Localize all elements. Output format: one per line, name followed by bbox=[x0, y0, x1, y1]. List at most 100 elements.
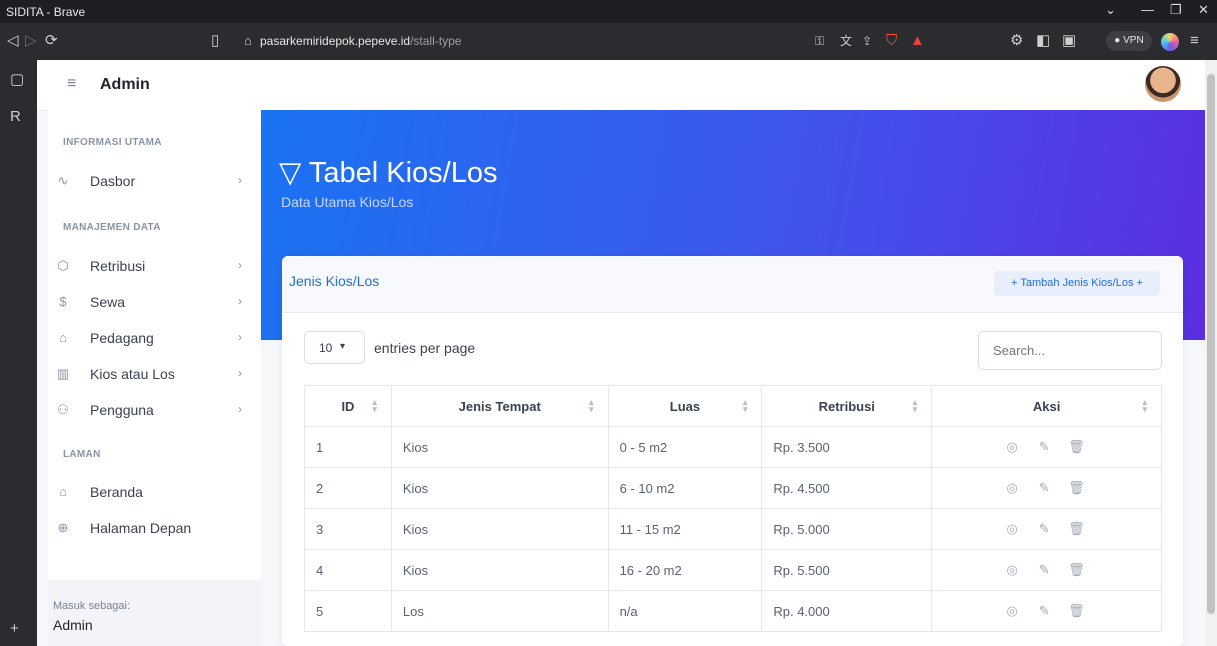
table-row: 3 Kios 11 - 15 m2 Rp. 5.000 ◎ ✎ 🗑 bbox=[304, 508, 1162, 550]
brave-rewards-icon[interactable]: ▲ bbox=[910, 32, 925, 50]
edit-icon[interactable]: ✎ bbox=[1036, 439, 1052, 455]
edit-icon[interactable]: ✎ bbox=[1036, 562, 1052, 578]
cell-luas: 0 - 5 m2 bbox=[607, 426, 763, 468]
section-title: INFORMASI UTAMA bbox=[63, 137, 162, 148]
sidebar-item-retribusi[interactable]: ⬡ Retribusi › bbox=[48, 248, 261, 284]
sidebar-footer: Masuk sebagai: Admin bbox=[48, 580, 261, 646]
edit-icon[interactable]: ✎ bbox=[1036, 603, 1052, 619]
window-title: SIDITA - Brave bbox=[6, 5, 86, 19]
delete-icon[interactable]: 🗑 bbox=[1068, 562, 1085, 578]
close-icon[interactable]: ✕ bbox=[1198, 2, 1209, 18]
chevron-right-icon: › bbox=[238, 402, 242, 416]
chevron-down-icon: ▾ bbox=[340, 341, 346, 352]
share-icon[interactable]: ⇪ bbox=[862, 32, 872, 50]
restore-icon[interactable]: ❐ bbox=[1170, 2, 1182, 18]
sidebar-item-pengguna[interactable]: ⚇ Pengguna › bbox=[48, 392, 261, 428]
url-text: pasarkemiridepok.pepeve.id/stall-type bbox=[260, 34, 462, 48]
sidebar-item-label: Beranda bbox=[90, 484, 143, 500]
extensions-icon[interactable]: ⚙ bbox=[1010, 32, 1023, 50]
view-icon[interactable]: ◎ bbox=[1004, 439, 1020, 455]
cell-jenis-tempat: Los bbox=[390, 590, 609, 632]
column-header-retribusi[interactable]: Retribusi ▴ ▾ bbox=[761, 385, 933, 427]
sidebar-item-kios-atau-los[interactable]: ▥ Kios atau Los › bbox=[48, 356, 261, 392]
logged-in-user: Admin bbox=[53, 617, 93, 633]
menu-icon[interactable]: ≡ bbox=[1190, 32, 1199, 50]
reload-icon[interactable]: ⟳ bbox=[45, 32, 58, 50]
sidebar-item-halaman-depan[interactable]: ⊕ Halaman Depan bbox=[48, 510, 261, 546]
sidebar-item-dasbor[interactable]: ∿ Dasbor › bbox=[48, 163, 261, 199]
forward-icon[interactable]: ▷ bbox=[25, 32, 37, 50]
sidebar-panel-icon[interactable]: ▢ bbox=[10, 70, 24, 88]
table-header-row: ID ▴ ▾ Jenis Tempat ▴ ▾ Luas ▴ ▾ Retribusi ▴ ▾ A… bbox=[304, 385, 1162, 427]
users-icon: ⚇ bbox=[57, 402, 69, 417]
bookmark-icon[interactable]: ▯ bbox=[211, 32, 219, 50]
page-scrollbar[interactable] bbox=[1205, 60, 1217, 646]
box-icon: ⬡ bbox=[57, 258, 69, 273]
column-header-jenis-tempat[interactable]: Jenis Tempat ▴ ▾ bbox=[390, 385, 609, 427]
column-header-luas[interactable]: Luas ▴ ▾ bbox=[607, 385, 763, 427]
delete-icon[interactable]: 🗑 bbox=[1068, 603, 1085, 619]
cell-jenis-tempat: Kios bbox=[390, 467, 609, 509]
vpn-button[interactable]: ● VPN bbox=[1106, 31, 1152, 51]
column-header-id[interactable]: ID ▴ ▾ bbox=[304, 385, 392, 427]
delete-icon[interactable]: 🗑 bbox=[1068, 439, 1085, 455]
sidebar-item-pedagang[interactable]: ⌂ Pedagang › bbox=[48, 320, 261, 356]
entries-per-page-select[interactable]: 10 ▾ bbox=[304, 331, 365, 364]
edit-icon[interactable]: ✎ bbox=[1036, 480, 1052, 496]
view-icon[interactable]: ◎ bbox=[1004, 480, 1020, 496]
edit-icon[interactable]: ✎ bbox=[1036, 521, 1052, 537]
table-row: 4 Kios 16 - 20 m2 Rp. 5.500 ◎ ✎ 🗑 bbox=[304, 549, 1162, 591]
chevron-down-icon[interactable]: ⌄ bbox=[1105, 2, 1116, 18]
back-icon[interactable]: ◁ bbox=[7, 32, 19, 50]
cell-jenis-tempat: Kios bbox=[390, 508, 609, 550]
column-header-aksi[interactable]: Aksi ▴ ▾ bbox=[931, 385, 1162, 427]
view-icon[interactable]: ◎ bbox=[1004, 603, 1020, 619]
cell-retribusi: Rp. 3.500 bbox=[761, 426, 933, 468]
view-icon[interactable]: ◎ bbox=[1004, 562, 1020, 578]
page-subtitle: Data Utama Kios/Los bbox=[281, 194, 414, 210]
section-title: LAMAN bbox=[63, 449, 101, 460]
sort-icon: ▴ ▾ bbox=[912, 397, 918, 414]
stall-type-table: ID ▴ ▾ Jenis Tempat ▴ ▾ Luas ▴ ▾ Retribusi ▴ ▾ A… bbox=[304, 385, 1162, 632]
sidebar-item-beranda[interactable]: ⌂ Beranda bbox=[48, 474, 261, 510]
scrollbar-thumb[interactable] bbox=[1207, 74, 1215, 614]
wallet-icon[interactable]: ▣ bbox=[1062, 32, 1076, 50]
search-input[interactable] bbox=[978, 331, 1162, 370]
activity-icon: ∿ bbox=[57, 173, 69, 188]
section-title: MANAJEMEN DATA bbox=[63, 222, 161, 233]
key-icon[interactable]: ⚿ bbox=[815, 32, 824, 50]
brave-lion-icon[interactable] bbox=[1161, 33, 1179, 51]
reader-icon[interactable]: R bbox=[10, 108, 21, 125]
translate-icon[interactable]: 文 bbox=[840, 32, 852, 50]
data-card: Jenis Kios/Los + Tambah Jenis Kios/Los +… bbox=[282, 256, 1183, 646]
dollar-icon: $ bbox=[59, 294, 67, 309]
cell-aksi: ◎ ✎ 🗑 bbox=[931, 590, 1162, 632]
shop-icon: ⌂ bbox=[59, 330, 67, 345]
chevron-right-icon: › bbox=[238, 173, 242, 187]
hamburger-icon[interactable]: ≡ bbox=[67, 75, 76, 93]
cell-aksi: ◎ ✎ 🗑 bbox=[931, 467, 1162, 509]
sidebar-toggle-icon[interactable]: ◧ bbox=[1036, 32, 1050, 50]
per-page-value: 10 bbox=[319, 341, 333, 355]
cell-retribusi: Rp. 4.000 bbox=[761, 590, 933, 632]
avatar[interactable] bbox=[1145, 66, 1181, 102]
app-title: Admin bbox=[100, 76, 150, 93]
add-icon[interactable]: + bbox=[10, 620, 19, 637]
sort-icon: ▴ ▾ bbox=[372, 397, 377, 414]
minimize-icon[interactable]: — bbox=[1141, 2, 1154, 17]
cell-retribusi: Rp. 5.500 bbox=[761, 549, 933, 591]
sort-icon: ▴ ▾ bbox=[742, 397, 748, 414]
cell-aksi: ◎ ✎ 🗑 bbox=[931, 508, 1162, 550]
view-icon[interactable]: ◎ bbox=[1004, 521, 1020, 537]
brave-shield-icon[interactable]: ⛉ bbox=[886, 32, 897, 50]
map-icon: ▥ bbox=[56, 366, 70, 381]
sidebar-item-sewa[interactable]: $ Sewa › bbox=[48, 284, 261, 320]
cell-retribusi: Rp. 5.000 bbox=[761, 508, 933, 550]
sidebar-item-label: Halaman Depan bbox=[90, 520, 192, 536]
delete-icon[interactable]: 🗑 bbox=[1068, 521, 1085, 537]
sort-icon: ▴ ▾ bbox=[1142, 397, 1147, 414]
address-bar[interactable]: ⌂ pasarkemiridepok.pepeve.id/stall-type bbox=[236, 29, 936, 54]
delete-icon[interactable]: 🗑 bbox=[1068, 480, 1085, 496]
add-stall-type-button[interactable]: + Tambah Jenis Kios/Los + bbox=[994, 271, 1160, 296]
chevron-right-icon: › bbox=[238, 258, 242, 272]
